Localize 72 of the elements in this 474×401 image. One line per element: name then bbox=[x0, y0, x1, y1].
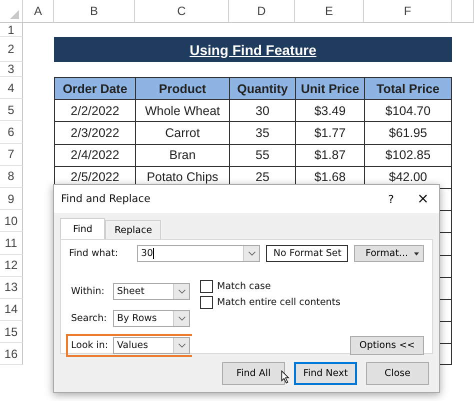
row-header[interactable]: 14 bbox=[0, 298, 23, 322]
table-cell: $104.70 bbox=[364, 99, 452, 122]
tab[interactable]: Replace bbox=[105, 220, 162, 239]
row-header[interactable]: 7 bbox=[0, 144, 23, 166]
dropdown[interactable]: Values bbox=[113, 337, 190, 354]
checkbox-label: Match case bbox=[217, 281, 271, 292]
format-button[interactable]: Format... bbox=[354, 245, 424, 262]
dialog-button[interactable]: Find Next bbox=[294, 362, 357, 385]
table-header-cell: Unit Price bbox=[295, 77, 364, 100]
dropdown-label: Look in: bbox=[71, 340, 110, 351]
row-header[interactable]: 15 bbox=[0, 321, 23, 344]
table-cell: $1.87 bbox=[295, 144, 364, 166]
table-header-cell: Total Price bbox=[364, 77, 452, 100]
table-cell: $102.85 bbox=[364, 144, 452, 166]
column-header[interactable]: B bbox=[54, 0, 135, 22]
row-header[interactable]: 6 bbox=[0, 121, 23, 144]
find-what-label: Find what: bbox=[69, 248, 120, 259]
row-header[interactable]: 12 bbox=[0, 254, 23, 277]
dropdown-label: Search: bbox=[71, 313, 108, 324]
table-cell: Carrot bbox=[135, 121, 229, 144]
help-button[interactable]: ? bbox=[375, 192, 407, 206]
row-header[interactable]: 2 bbox=[0, 37, 23, 62]
mouse-cursor-icon bbox=[281, 370, 290, 384]
chevron-down-icon bbox=[178, 316, 186, 321]
column-header[interactable]: C bbox=[135, 0, 229, 22]
close-button[interactable]: × bbox=[407, 191, 439, 207]
table-cell: 2/4/2022 bbox=[54, 144, 135, 166]
row-header[interactable]: 11 bbox=[0, 232, 23, 254]
checkbox[interactable] bbox=[200, 280, 213, 293]
table-cell: Bran bbox=[135, 144, 229, 166]
column-header[interactable]: D bbox=[229, 0, 295, 22]
row-header[interactable]: 4 bbox=[0, 77, 23, 100]
table-cell: $61.95 bbox=[364, 121, 452, 144]
row-header[interactable]: 16 bbox=[0, 343, 23, 366]
row-header[interactable]: 5 bbox=[0, 99, 23, 122]
row-header[interactable]: 1 bbox=[0, 23, 23, 37]
sheet-title: Using Find Feature bbox=[54, 37, 452, 62]
chevron-down-icon bbox=[248, 251, 256, 256]
table-cell: 30 bbox=[229, 99, 295, 122]
table-cell: 2/2/2022 bbox=[54, 99, 135, 122]
table-cell: $3.49 bbox=[295, 99, 364, 122]
table-cell: 2/3/2022 bbox=[54, 121, 135, 144]
column-header[interactable]: F bbox=[364, 0, 452, 22]
dialog-button[interactable]: Find All bbox=[222, 362, 285, 385]
row-header[interactable]: 10 bbox=[0, 210, 23, 232]
column-header[interactable]: A bbox=[23, 0, 54, 22]
table-header-cell: Order Date bbox=[54, 77, 135, 100]
find-what-field[interactable]: 30 bbox=[137, 245, 260, 262]
table-cell: 55 bbox=[229, 144, 295, 166]
checkbox-label: Match entire cell contents bbox=[217, 297, 340, 308]
dialog-button[interactable]: Close bbox=[366, 362, 429, 385]
dropdown-label: Within: bbox=[71, 286, 106, 297]
checkbox[interactable] bbox=[200, 296, 213, 309]
tab[interactable]: Find bbox=[60, 218, 106, 239]
table-header-cell: Product bbox=[135, 77, 229, 100]
chevron-down-icon bbox=[178, 289, 186, 294]
column-header[interactable]: E bbox=[295, 0, 364, 22]
row-header[interactable]: 8 bbox=[0, 166, 23, 188]
chevron-down-icon bbox=[178, 343, 186, 348]
table-header-cell: Quantity bbox=[229, 77, 295, 100]
row-header[interactable]: 9 bbox=[0, 188, 23, 210]
row-header[interactable]: 3 bbox=[0, 62, 23, 77]
row-header[interactable]: 13 bbox=[0, 276, 23, 299]
table-cell: $1.77 bbox=[295, 121, 364, 144]
caret-icon bbox=[414, 252, 419, 256]
table-cell: Whole Wheat bbox=[135, 99, 229, 122]
dialog-title: Find and Replace bbox=[61, 193, 152, 205]
dropdown[interactable]: By Rows bbox=[113, 310, 190, 327]
table-cell: 35 bbox=[229, 121, 295, 144]
format-preview: No Format Set bbox=[266, 245, 348, 262]
options-button[interactable]: Options << bbox=[350, 336, 424, 355]
dropdown[interactable]: Sheet bbox=[113, 283, 190, 300]
